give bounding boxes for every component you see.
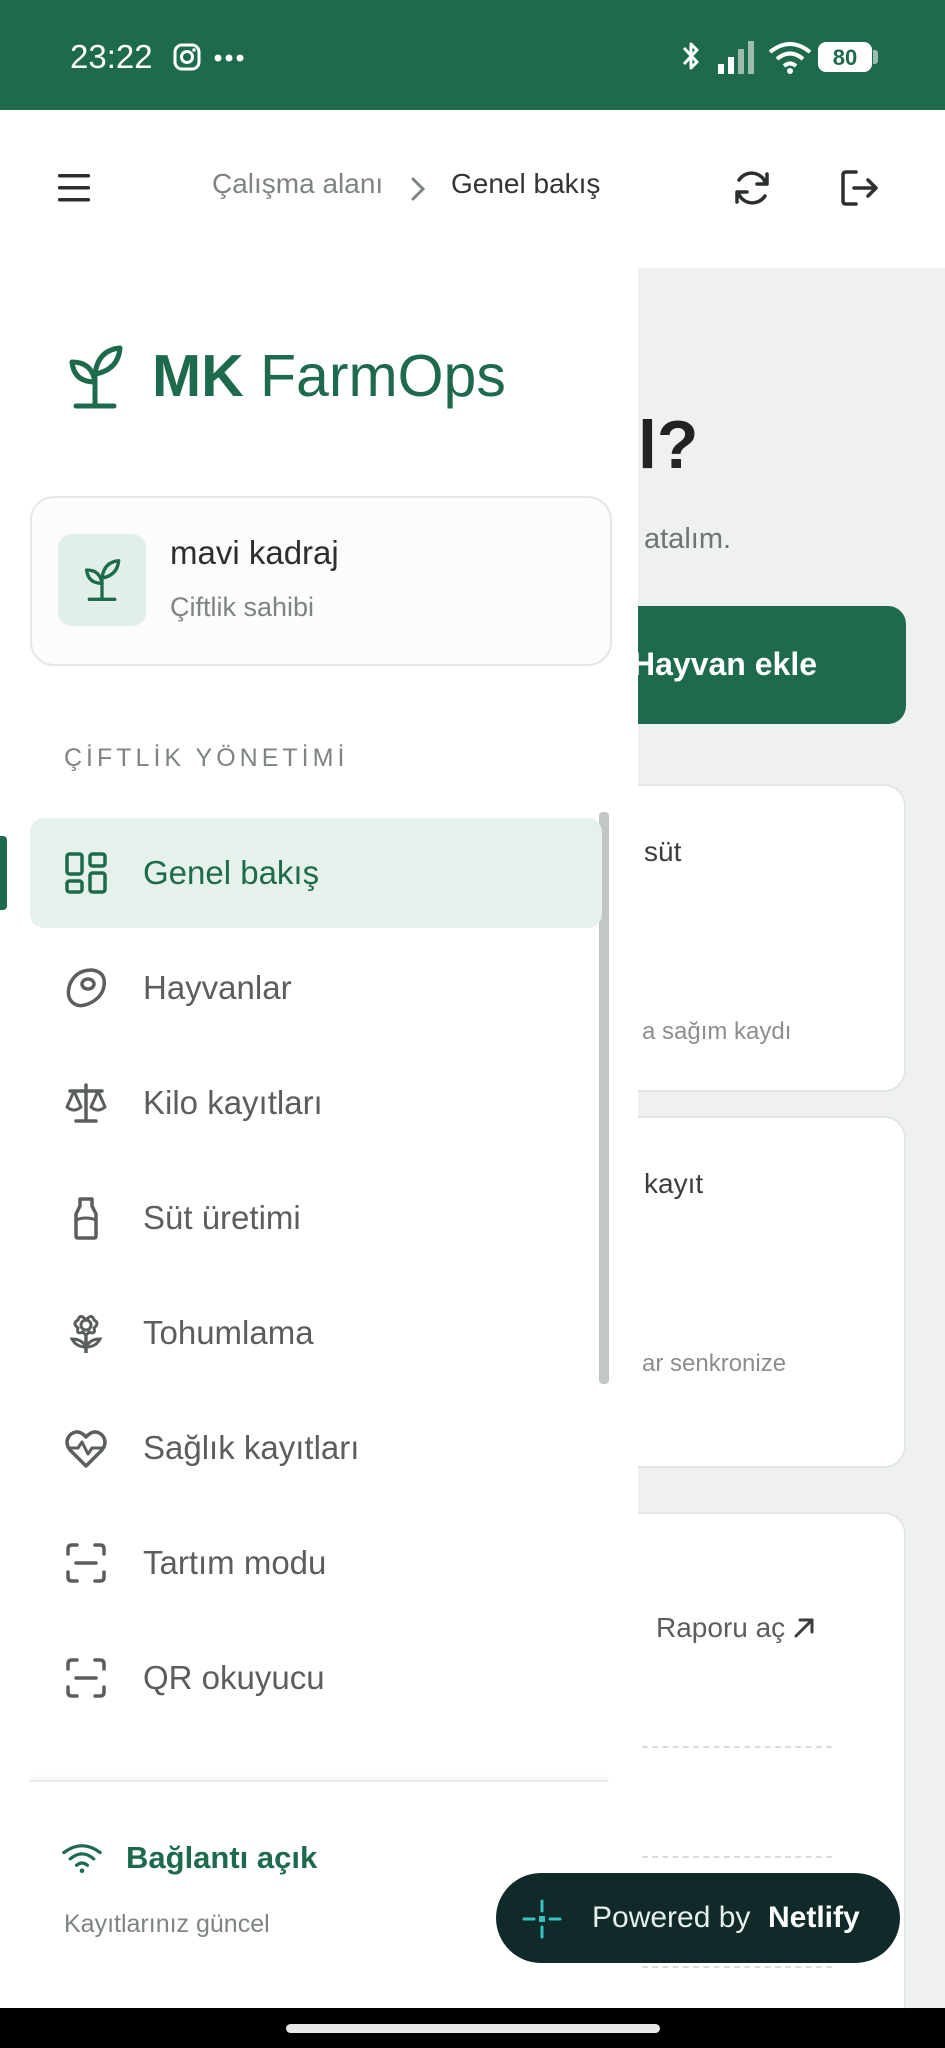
milk-card-title: süt (644, 836, 682, 867)
status-bar: 23:22 80 (0, 0, 945, 110)
scale-icon (65, 1083, 107, 1123)
divider (642, 1966, 832, 1968)
nav-label: Sağlık kayıtları (143, 1429, 360, 1466)
sprout-icon (85, 559, 121, 601)
nav-item-health-records[interactable]: Sağlık kayıtları (30, 1393, 602, 1503)
heart-pulse-icon (65, 1430, 107, 1468)
add-animal-button[interactable]: Hayvan ekle (618, 606, 906, 724)
wifi-icon (768, 42, 812, 74)
sprout-logo-icon (69, 345, 123, 409)
logout-icon[interactable] (838, 166, 882, 210)
nav-label: Tartım modu (143, 1544, 327, 1581)
user-name: mavi kadraj (170, 534, 339, 571)
nav-label: Genel bakış (143, 854, 320, 891)
flower-icon (69, 1315, 103, 1353)
breadcrumb-current: Genel bakış (451, 168, 601, 199)
section-title: ÇİFTLİK YÖNETİMİ (64, 744, 349, 772)
record-card[interactable]: kayıt ar senkronize (618, 1116, 906, 1468)
connection-sub: Kayıtlarınız güncel (64, 1910, 270, 1938)
milk-card[interactable]: süt a sağım kaydı (618, 784, 906, 1092)
active-indicator (0, 836, 7, 910)
scan-line-icon (66, 1658, 106, 1698)
dashboard-icon (65, 852, 107, 894)
connection-status: Bağlantı açık (126, 1840, 318, 1875)
dashboard-heading: l? (638, 407, 699, 483)
record-card-sub: ar senkronize (642, 1350, 787, 1377)
report-link[interactable]: Raporu aç (656, 1612, 785, 1644)
brand-short: MK (152, 343, 244, 409)
nav-item-milk-production[interactable]: Süt üretimi (30, 1163, 602, 1273)
cell-signal-icon (718, 41, 754, 74)
home-indicator[interactable] (286, 2024, 660, 2033)
wifi-icon (62, 1844, 102, 1873)
dashboard-subtitle: atalım. (644, 523, 732, 555)
nav-item-qr-reader[interactable]: QR okuyucu (30, 1623, 602, 1733)
battery-indicator: 80 (818, 42, 872, 72)
navigation-drawer: MK FarmOps mavi kadraj Çiftlik sahibi Çİ… (0, 268, 638, 2008)
breadcrumb-workspace[interactable]: Çalışma alanı (212, 168, 383, 200)
milk-bottle-icon (74, 1197, 98, 1240)
scan-line-icon (66, 1543, 106, 1583)
bluetooth-icon (682, 42, 699, 70)
arrow-up-right-icon[interactable] (790, 1614, 818, 1642)
avatar (58, 534, 146, 626)
divider (642, 1746, 832, 1748)
netlify-powered: Powered by (592, 1901, 751, 1934)
milk-card-sub: a sağım kaydı (642, 1018, 792, 1045)
instagram-icon (173, 43, 201, 71)
status-time: 23:22 (70, 38, 153, 75)
nav-item-insemination[interactable]: Tohumlama (30, 1278, 602, 1388)
battery-tip (873, 50, 878, 64)
divider (642, 1856, 832, 1858)
user-role: Çiftlik sahibi (170, 592, 315, 622)
chevron-right-icon (411, 177, 426, 201)
nav-label: Kilo kayıtları (143, 1084, 323, 1121)
more-dots-icon (214, 54, 244, 62)
nav-label: Tohumlama (143, 1314, 314, 1351)
nav-label: QR okuyucu (143, 1659, 325, 1696)
top-app-bar: Çalışma alanı Genel bakış (0, 110, 945, 270)
nav-item-weighing-mode[interactable]: Tartım modu (30, 1508, 602, 1618)
netlify-badge[interactable]: Powered by Netlify (496, 1873, 900, 1963)
dashboard-background: l? atalım. Hayvan ekle süt a sağım kaydı… (618, 268, 945, 2036)
nav-label: Süt üretimi (143, 1199, 301, 1236)
refresh-icon[interactable] (730, 166, 774, 210)
nav-item-animals[interactable]: Hayvanlar (30, 933, 602, 1043)
netlify-brand: Netlify (768, 1901, 860, 1934)
system-nav-bar (0, 2008, 945, 2048)
drawer-footer-divider (30, 1780, 608, 1786)
nav-label: Hayvanlar (143, 969, 292, 1006)
meat-icon (66, 968, 106, 1008)
record-card-title: kayıt (644, 1168, 704, 1199)
netlify-icon (522, 1899, 562, 1939)
user-card[interactable]: mavi kadraj Çiftlik sahibi (30, 496, 612, 666)
nav-item-weight-records[interactable]: Kilo kayıtları (30, 1048, 602, 1158)
nav-item-overview[interactable]: Genel bakış (30, 818, 602, 928)
add-animal-label: Hayvan ekle (632, 646, 818, 682)
battery-level: 80 (832, 45, 858, 70)
menu-icon[interactable] (54, 168, 94, 208)
brand-name: FarmOps (260, 343, 506, 409)
